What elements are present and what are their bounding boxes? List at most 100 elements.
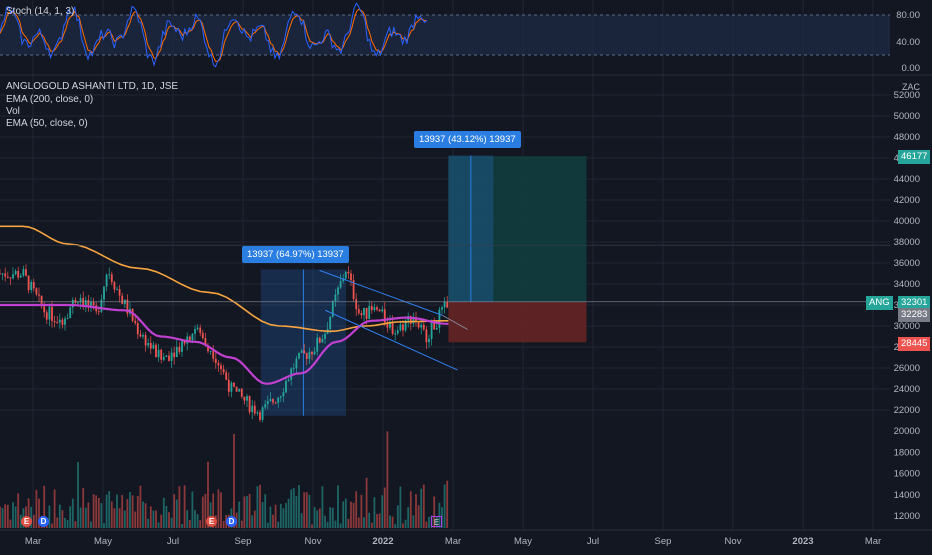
volume-bar <box>14 506 17 528</box>
candle-body <box>240 388 243 397</box>
candle-body <box>66 318 69 320</box>
volume-bar <box>383 487 386 528</box>
volume-bar <box>194 510 196 528</box>
time-tick-label: Sep <box>235 536 252 547</box>
volume-bar <box>290 489 293 528</box>
volume-bar <box>251 515 254 528</box>
volume-bar <box>298 485 300 528</box>
candle-body <box>438 309 441 328</box>
volume-bar <box>399 486 402 528</box>
upcoming-earnings-marker[interactable]: E <box>431 516 442 527</box>
volume-bar <box>222 520 225 528</box>
candle-body <box>305 353 308 359</box>
volume-bar <box>389 515 391 528</box>
candle-body <box>178 346 181 352</box>
candle-body <box>227 379 230 392</box>
time-tick-label: Jul <box>587 536 599 547</box>
candle-body <box>103 286 105 300</box>
volume-bar <box>274 504 277 528</box>
candle-body <box>339 281 342 288</box>
candle-body <box>337 287 339 295</box>
candle-body <box>324 333 326 339</box>
candle-body <box>188 336 191 341</box>
volume-bar <box>402 523 404 528</box>
volume-bar <box>329 507 332 528</box>
volume-bar <box>256 486 259 528</box>
volume-bar <box>368 512 371 528</box>
candle-body <box>165 355 168 358</box>
ema200-legend[interactable]: EMA (200, close, 0) <box>6 94 93 105</box>
candle-body <box>147 342 150 346</box>
volume-bar <box>334 520 337 528</box>
volume-tick-label: 12000 <box>894 511 920 522</box>
stoch-legend: Stoch (14, 1, 3) <box>6 6 75 17</box>
candle-body <box>235 386 238 392</box>
candle-body <box>69 307 72 319</box>
candle-body <box>84 300 87 306</box>
candle-body <box>441 307 443 310</box>
ema50-legend[interactable]: EMA (50, close, 0) <box>6 118 88 129</box>
candle-body <box>394 333 397 335</box>
volume-bar <box>246 496 248 528</box>
volume-bar <box>446 480 449 528</box>
price-tick-label: 26000 <box>894 363 920 374</box>
candle-body <box>149 342 152 349</box>
volume-bar <box>394 524 397 528</box>
volume-bar <box>0 506 1 528</box>
price-tick-label: 50000 <box>894 111 920 122</box>
candle-body <box>365 307 368 319</box>
price-tick-label: 24000 <box>894 384 920 395</box>
volume-bar <box>344 498 347 528</box>
candle-body <box>399 324 402 331</box>
candle-body <box>214 358 217 363</box>
volume-bar <box>64 517 66 528</box>
candle-body <box>277 397 280 403</box>
candle-body <box>32 281 35 289</box>
volume-bar <box>443 484 446 528</box>
chart-root[interactable]: 5200050000480004600044000420004000038000… <box>0 0 932 550</box>
volume-bar <box>308 494 311 528</box>
volume-bar <box>105 494 108 528</box>
candle-body <box>368 306 371 319</box>
measure-label-1[interactable]: 13937 (64.97%) 13937 <box>242 246 349 263</box>
volume-bar <box>248 493 251 528</box>
earnings-marker[interactable]: E <box>206 516 217 527</box>
volume-bar <box>118 508 121 528</box>
candle-body <box>391 321 394 334</box>
long-position-loss-zone[interactable] <box>448 301 587 343</box>
volume-bar <box>196 514 199 528</box>
volume-bar <box>365 477 368 528</box>
candle-body <box>92 301 95 306</box>
volume-bar <box>363 517 365 528</box>
volume-tick-label: 14000 <box>894 490 920 501</box>
candle-body <box>417 322 420 328</box>
volume-bar <box>295 496 298 528</box>
volume-legend[interactable]: Vol <box>6 106 20 117</box>
candle-body <box>313 351 316 355</box>
dividend-marker[interactable]: D <box>38 516 49 527</box>
dividend-marker[interactable]: D <box>226 516 237 527</box>
volume-bar <box>56 517 59 528</box>
volume-bar <box>217 489 220 528</box>
volume-bar <box>74 521 77 528</box>
volume-bar <box>53 489 56 528</box>
candle-body <box>246 396 248 401</box>
volume-bar <box>259 484 261 528</box>
volume-bar <box>100 503 103 528</box>
candle-body <box>17 270 20 278</box>
candle-body <box>274 402 277 404</box>
volume-bar <box>378 513 381 528</box>
symbol-title[interactable]: ANGLOGOLD ASHANTI LTD, 1D, JSE <box>6 81 178 92</box>
candle-body <box>199 327 202 333</box>
volume-bar <box>152 510 155 528</box>
candle-body <box>428 338 430 343</box>
candle-body <box>316 337 319 352</box>
candle-body <box>285 381 287 393</box>
candle-body <box>48 306 51 320</box>
candle-body <box>9 277 12 279</box>
price-tick-label: 40000 <box>894 216 920 227</box>
volume-bar <box>136 495 139 528</box>
candle-body <box>264 404 267 408</box>
measure-label-2[interactable]: 13937 (43.12%) 13937 <box>414 131 521 148</box>
earnings-marker[interactable]: E <box>21 516 32 527</box>
